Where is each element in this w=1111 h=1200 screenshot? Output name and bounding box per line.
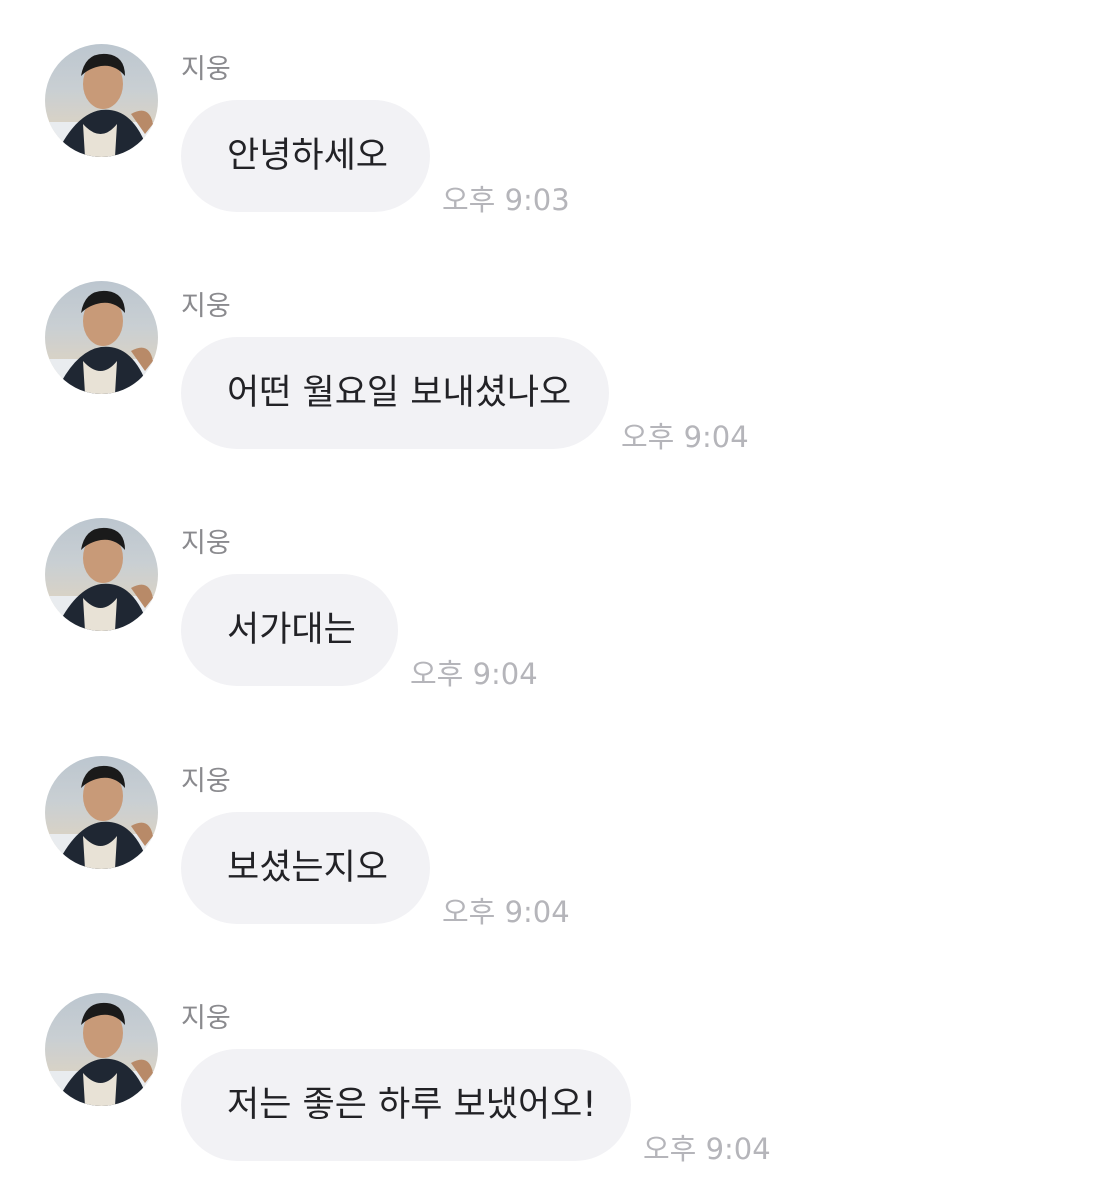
message-row: 지웅 어떤 월요일 보내셨나오 오후 9:04 — [0, 281, 1111, 461]
message-row: 지웅 보셨는지오 오후 9:04 — [0, 756, 1111, 936]
message-text: 안녕하세오 — [227, 136, 389, 176]
sender-name: 지웅 — [181, 54, 231, 85]
avatar[interactable] — [45, 44, 158, 157]
sender-name: 지웅 — [181, 291, 231, 322]
message-timestamp: 오후 9:04 — [410, 657, 538, 691]
avatar-photo — [45, 1002, 158, 1106]
message-row: 지웅 저는 좋은 하루 보냈어오! 오후 9:04 — [0, 993, 1111, 1173]
avatar[interactable] — [45, 993, 158, 1106]
message-text: 저는 좋은 하루 보냈어오! — [227, 1085, 597, 1125]
avatar[interactable] — [45, 281, 158, 394]
avatar[interactable] — [45, 518, 158, 631]
avatar-photo — [45, 527, 158, 631]
message-timestamp: 오후 9:03 — [442, 183, 570, 217]
sender-name: 지웅 — [181, 1003, 231, 1034]
avatar-photo — [45, 53, 158, 157]
avatar-photo — [45, 765, 158, 869]
message-bubble[interactable]: 어떤 월요일 보내셨나오 — [181, 337, 609, 449]
message-bubble[interactable]: 서가대는 — [181, 574, 398, 686]
message-bubble[interactable]: 안녕하세오 — [181, 100, 430, 212]
message-text: 서가대는 — [227, 610, 356, 650]
avatar[interactable] — [45, 756, 158, 869]
message-timestamp: 오후 9:04 — [621, 420, 749, 454]
message-text: 어떤 월요일 보내셨나오 — [227, 373, 572, 413]
sender-name: 지웅 — [181, 766, 231, 797]
message-text: 보셨는지오 — [227, 848, 389, 888]
message-timestamp: 오후 9:04 — [442, 895, 570, 929]
avatar-photo — [45, 290, 158, 394]
message-bubble[interactable]: 저는 좋은 하루 보냈어오! — [181, 1049, 631, 1161]
message-row: 지웅 안녕하세오 오후 9:03 — [0, 44, 1111, 224]
message-timestamp: 오후 9:04 — [643, 1132, 771, 1166]
sender-name: 지웅 — [181, 528, 231, 559]
message-bubble[interactable]: 보셨는지오 — [181, 812, 430, 924]
message-row: 지웅 서가대는 오후 9:04 — [0, 518, 1111, 698]
